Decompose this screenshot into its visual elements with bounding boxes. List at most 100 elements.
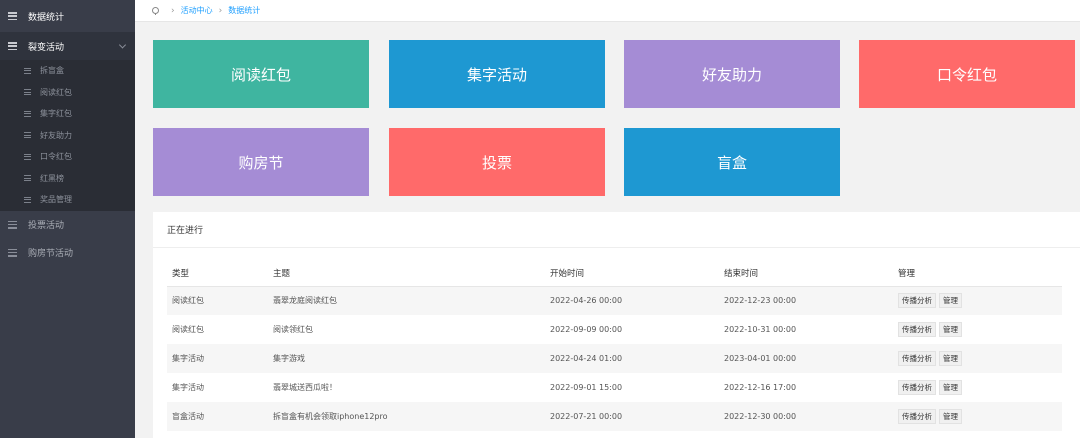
sidebar-item-label: 购房节活动 xyxy=(28,249,74,259)
cell-start: 2022-09-09 00:00 xyxy=(550,325,623,334)
manage-button[interactable]: 管理 xyxy=(939,351,962,366)
table-row: 集字活动 翡翠城送西瓜啦！ 2022-09-01 15:00 2022-12-1… xyxy=(167,373,1062,402)
list-icon xyxy=(24,89,31,96)
cell-type: 阅读红包 xyxy=(172,325,204,334)
cell-actions: 传播分析 管理 xyxy=(893,286,1062,315)
tile-blindbox[interactable]: 盲盒 xyxy=(624,128,840,196)
cell-end: 2022-10-31 00:00 xyxy=(724,325,797,334)
sidebar-subitem-ranking[interactable]: 红黑榜 xyxy=(0,168,135,190)
sidebar-subitem-word-redpacket[interactable]: 集字红包 xyxy=(0,103,135,125)
list-icon xyxy=(24,175,31,182)
cell-subject: 集字游戏 xyxy=(268,344,545,373)
tile-label: 盲盒 xyxy=(716,153,747,172)
tile-read-redpacket[interactable]: 阅读红包 xyxy=(153,40,369,108)
sidebar-subitem-prize-manage[interactable]: 奖品管理 xyxy=(0,189,135,211)
tile-label: 投票 xyxy=(481,153,512,172)
breadcrumb-item-activity-center[interactable]: 活动中心 xyxy=(181,5,213,16)
cell-end: 2023-04-01 00:00 xyxy=(719,344,893,373)
sidebar-item-label: 投票活动 xyxy=(28,221,65,231)
cell-start: 2022-09-01 15:00 xyxy=(550,383,623,392)
cell-start: 2022-04-26 00:00 xyxy=(545,286,719,315)
panel-title: 正在进行 xyxy=(153,212,1080,248)
cell-type: 集字活动 xyxy=(167,344,268,373)
list-icon xyxy=(24,67,31,74)
sidebar-item-stats[interactable]: 数据统计 xyxy=(0,0,135,32)
list-icon xyxy=(8,220,17,229)
location-pin-icon xyxy=(152,6,159,15)
manage-button[interactable]: 管理 xyxy=(939,322,962,337)
sidebar-submenu: 拆盲盒 阅读红包 集字红包 好友助力 口令红包 红黑榜 奖品管理 xyxy=(0,60,135,211)
analysis-button[interactable]: 传播分析 xyxy=(898,293,936,309)
sidebar-item-label: 数据统计 xyxy=(28,12,65,23)
tile-label: 购房节 xyxy=(238,153,284,172)
table-row: 阅读红包 翡翠龙庭阅读红包 2022-04-26 00:00 2022-12-2… xyxy=(167,286,1062,315)
cell-subject: 拆盲盒有机会领取iphone12pro xyxy=(268,402,545,431)
sidebar-subitem-password-redpacket[interactable]: 口令红包 xyxy=(0,146,135,168)
analysis-button[interactable]: 传播分析 xyxy=(898,380,936,395)
cell-subject: 翡翠龙庭阅读红包 xyxy=(268,286,545,315)
tile-house-festival[interactable]: 购房节 xyxy=(153,128,369,196)
cell-actions: 传播分析 管理 xyxy=(893,402,1062,431)
sidebar-subitem-label: 口令红包 xyxy=(40,152,72,162)
cell-actions: 传播分析 管理 xyxy=(893,373,1062,402)
tile-label: 阅读红包 xyxy=(230,65,291,84)
analysis-button[interactable]: 传播分析 xyxy=(898,351,936,366)
sidebar-subitem-label: 集字红包 xyxy=(40,109,72,119)
cell-start: 2022-07-21 00:00 xyxy=(545,402,719,431)
breadcrumb: › 活动中心 › 数据统计 xyxy=(135,0,1080,22)
chevron-down-icon xyxy=(118,41,127,49)
sidebar-subitem-blindbox[interactable]: 拆盲盒 xyxy=(0,60,135,82)
manage-button[interactable]: 管理 xyxy=(939,293,962,309)
table-row: 阅读红包 阅读领红包 2022-09-09 00:00 2022-10-31 0… xyxy=(167,315,1062,344)
cell-type: 阅读红包 xyxy=(167,286,268,315)
tile-vote[interactable]: 投票 xyxy=(389,128,605,196)
table-row: 集字活动 集字游戏 2022-04-24 01:00 2023-04-01 00… xyxy=(167,344,1062,373)
cell-end: 2022-12-30 00:00 xyxy=(719,402,893,431)
column-header-manage: 管理 xyxy=(893,260,1062,287)
ongoing-panel: 正在进行 类型 主题 开始时间 结束时间 管理 阅读红包 翡翠龙庭阅读红包 20… xyxy=(153,212,1080,438)
breadcrumb-item-stats[interactable]: 数据统计 xyxy=(228,5,260,16)
manage-button[interactable]: 管理 xyxy=(939,409,962,424)
sidebar: 数据统计 裂变活动 拆盲盒 阅读红包 集字红包 好友助力 口令红包 红黑榜 奖品… xyxy=(0,0,135,438)
tile-label: 好友助力 xyxy=(701,65,762,84)
cell-subject: 阅读领红包 xyxy=(273,325,313,334)
sidebar-subitem-label: 阅读红包 xyxy=(40,87,72,97)
list-icon xyxy=(24,132,31,139)
list-icon xyxy=(8,12,17,20)
sidebar-subitem-label: 拆盲盒 xyxy=(40,66,64,76)
cell-type: 集字活动 xyxy=(172,383,204,392)
cell-end: 2022-12-16 17:00 xyxy=(724,383,797,392)
sidebar-item-label: 裂变活动 xyxy=(28,42,65,53)
tile-password-redpacket[interactable]: 口令红包 xyxy=(859,40,1075,108)
breadcrumb-separator: › xyxy=(218,5,223,16)
column-header-end: 结束时间 xyxy=(719,260,893,287)
breadcrumb-separator: › xyxy=(171,5,175,16)
cell-start: 2022-04-24 01:00 xyxy=(545,344,719,373)
sidebar-subitem-label: 好友助力 xyxy=(40,130,72,140)
sidebar-subitem-friend-help[interactable]: 好友助力 xyxy=(0,125,135,147)
cell-subject: 翡翠城送西瓜啦！ xyxy=(273,383,337,392)
cell-end: 2022-12-23 00:00 xyxy=(719,286,893,315)
sidebar-subitem-label: 奖品管理 xyxy=(40,195,72,205)
tile-word-activity[interactable]: 集字活动 xyxy=(389,40,605,108)
list-icon xyxy=(24,110,31,117)
column-header-subject: 主题 xyxy=(268,260,545,287)
sidebar-subitem-label: 红黑榜 xyxy=(40,173,64,183)
analysis-button[interactable]: 传播分析 xyxy=(898,322,936,337)
grid-icon xyxy=(8,248,17,257)
manage-button[interactable]: 管理 xyxy=(939,380,962,395)
sidebar-subitem-read-redpacket[interactable]: 阅读红包 xyxy=(0,82,135,104)
list-icon xyxy=(24,153,31,160)
sidebar-item-house-festival[interactable]: 购房节活动 xyxy=(0,239,135,267)
cell-actions: 传播分析 管理 xyxy=(893,315,1062,344)
ongoing-table: 类型 主题 开始时间 结束时间 管理 阅读红包 翡翠龙庭阅读红包 2022-04… xyxy=(167,260,1062,431)
sidebar-item-fission[interactable]: 裂变活动 xyxy=(0,32,135,60)
list-icon xyxy=(24,196,31,203)
tile-friend-help[interactable]: 好友助力 xyxy=(624,40,840,108)
table-row: 盲盒活动 拆盲盒有机会领取iphone12pro 2022-07-21 00:0… xyxy=(167,402,1062,431)
analysis-button[interactable]: 传播分析 xyxy=(898,409,936,424)
table-header-row: 类型 主题 开始时间 结束时间 管理 xyxy=(167,260,1062,287)
tile-label: 口令红包 xyxy=(936,65,997,84)
sidebar-item-vote[interactable]: 投票活动 xyxy=(0,211,135,239)
cell-type: 盲盒活动 xyxy=(167,402,268,431)
